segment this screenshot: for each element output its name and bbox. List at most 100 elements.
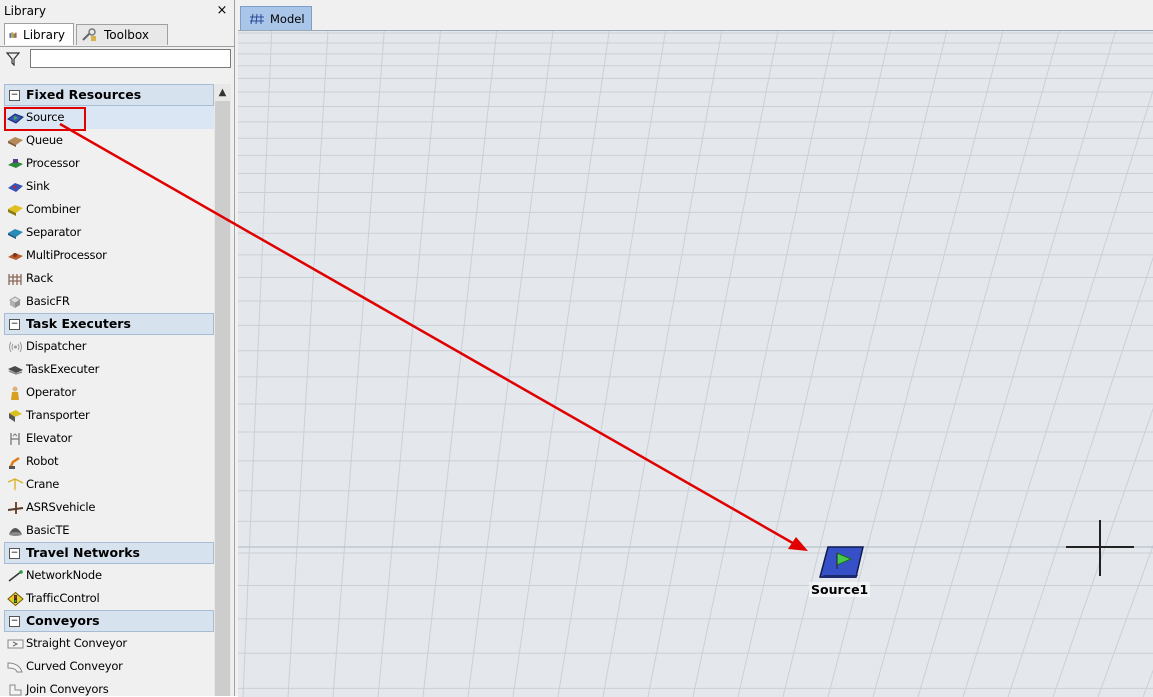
grid-line	[377, 31, 441, 697]
tab-toolbox-label: Toolbox	[104, 28, 149, 42]
item-label: TrafficControl	[26, 591, 100, 605]
grid-line	[692, 31, 835, 697]
collapse-icon[interactable]: −	[9, 615, 20, 627]
library-item-multiprocessor[interactable]: MultiProcessor	[4, 244, 214, 267]
library-item-processor[interactable]: Processor	[4, 152, 214, 175]
rack-icon	[8, 273, 22, 285]
library-item-elevator[interactable]: Elevator	[4, 427, 214, 450]
library-item-separator[interactable]: Separator	[4, 221, 214, 244]
library-item-queue[interactable]: Queue	[4, 129, 214, 152]
grid-line	[467, 31, 554, 697]
trafficcontrol-icon	[7, 591, 24, 606]
transporter-icon	[9, 409, 22, 422]
library-item-rack[interactable]: Rack	[4, 267, 214, 290]
grid-line	[917, 31, 1116, 697]
grid-line	[602, 31, 723, 697]
item-label: Transporter	[26, 408, 90, 422]
dispatcher-icon	[9, 341, 22, 352]
library-item-dispatcher[interactable]: Dispatcher	[4, 335, 214, 358]
model-area: Model Source1	[235, 0, 1153, 697]
grid-line	[332, 31, 385, 697]
category-label: Task Executers	[26, 316, 131, 331]
item-label: Separator	[26, 225, 81, 239]
library-item-join-conveyors[interactable]: Join Conveyors	[4, 678, 214, 696]
join-conveyors-icon	[9, 684, 22, 695]
basicfr-icon	[9, 295, 21, 308]
library-item-taskexecuter[interactable]: TaskExecuter	[4, 358, 214, 381]
model-3d-view[interactable]: Source1	[238, 30, 1153, 697]
item-label: TaskExecuter	[26, 362, 100, 376]
category-fixed-resources[interactable]: − Fixed Resources	[4, 84, 214, 106]
item-label: Operator	[26, 385, 76, 399]
library-tabs: Library Toolbox	[0, 22, 234, 47]
library-item-sink[interactable]: Sink	[4, 175, 214, 198]
grid-line	[557, 31, 666, 697]
library-item-basicfr[interactable]: BasicFR	[4, 290, 214, 313]
category-label: Conveyors	[26, 613, 100, 628]
source1-label: Source1	[809, 582, 871, 597]
collapse-icon[interactable]: −	[9, 89, 20, 101]
item-label: Elevator	[26, 431, 73, 445]
combiner-icon	[8, 204, 23, 216]
collapse-icon[interactable]: −	[9, 547, 20, 559]
library-item-crane[interactable]: Crane	[4, 473, 214, 496]
annotation-highlight-box	[4, 107, 86, 131]
sink-icon	[8, 182, 23, 192]
tab-toolbox[interactable]: Toolbox	[76, 24, 168, 45]
category-travel-networks[interactable]: − Travel Networks	[4, 542, 214, 564]
operator-icon	[11, 386, 19, 400]
grid-line	[1007, 256, 1153, 697]
library-item-straight-conveyor[interactable]: Straight Conveyor	[4, 632, 214, 655]
library-icon	[9, 31, 17, 38]
basicte-icon	[9, 527, 22, 536]
grid-line	[1052, 407, 1153, 697]
tab-library-label: Library	[23, 27, 65, 42]
item-label: Sink	[26, 179, 50, 193]
tab-library[interactable]: Library	[4, 23, 74, 45]
close-icon[interactable]: ×	[214, 0, 230, 22]
library-item-curved-conveyor[interactable]: Curved Conveyor	[4, 655, 214, 678]
source1-object[interactable]	[818, 545, 866, 581]
library-item-combiner[interactable]: Combiner	[4, 198, 214, 221]
filter-input[interactable]	[30, 49, 231, 68]
category-conveyors[interactable]: − Conveyors	[4, 610, 214, 632]
item-label: Join Conveyors	[26, 682, 109, 696]
collapse-icon[interactable]: −	[9, 318, 20, 330]
category-label: Fixed Resources	[26, 87, 142, 102]
item-label: Combiner	[26, 202, 81, 216]
item-label: ASRSvehicle	[26, 500, 96, 514]
separator-icon	[8, 228, 23, 239]
model-grid	[238, 31, 1153, 697]
item-label: Straight Conveyor	[26, 636, 127, 650]
grid-line	[1097, 544, 1153, 697]
item-label: Dispatcher	[26, 339, 87, 353]
grid-line	[827, 31, 1004, 697]
category-label: Travel Networks	[26, 545, 140, 560]
model-tab-label: Model	[270, 11, 305, 26]
scroll-up-icon[interactable]: ▲	[214, 84, 231, 101]
library-item-trafficcontrol[interactable]: TrafficControl	[4, 587, 214, 610]
filter-row	[0, 47, 234, 71]
library-item-transporter[interactable]: Transporter	[4, 404, 214, 427]
library-item-robot[interactable]: Robot	[4, 450, 214, 473]
item-label: BasicFR	[26, 294, 70, 308]
grid-line	[737, 31, 891, 697]
processor-icon	[8, 158, 23, 168]
filter-icon[interactable]	[6, 52, 20, 66]
library-item-basicte[interactable]: BasicTE	[4, 519, 214, 542]
library-item-asrsvehicle[interactable]: ASRSvehicle	[4, 496, 214, 519]
scrollbar-thumb[interactable]	[215, 101, 230, 696]
item-label: MultiProcessor	[26, 248, 107, 262]
queue-icon	[8, 136, 23, 147]
item-label: BasicTE	[26, 523, 70, 537]
grid-line	[1142, 669, 1153, 697]
toolbox-icon	[82, 28, 96, 41]
tab-model[interactable]: Model	[240, 6, 312, 30]
multiprocessor-icon	[8, 252, 23, 260]
library-item-networknode[interactable]: NetworkNode	[4, 564, 214, 587]
library-panel: Library × Library Toolbox − Fixed Resour…	[0, 0, 235, 696]
library-item-operator[interactable]: Operator	[4, 381, 214, 404]
grid-line	[962, 89, 1153, 697]
library-scrollbar[interactable]: ▲	[214, 84, 231, 696]
category-task-executers[interactable]: − Task Executers	[4, 313, 214, 335]
